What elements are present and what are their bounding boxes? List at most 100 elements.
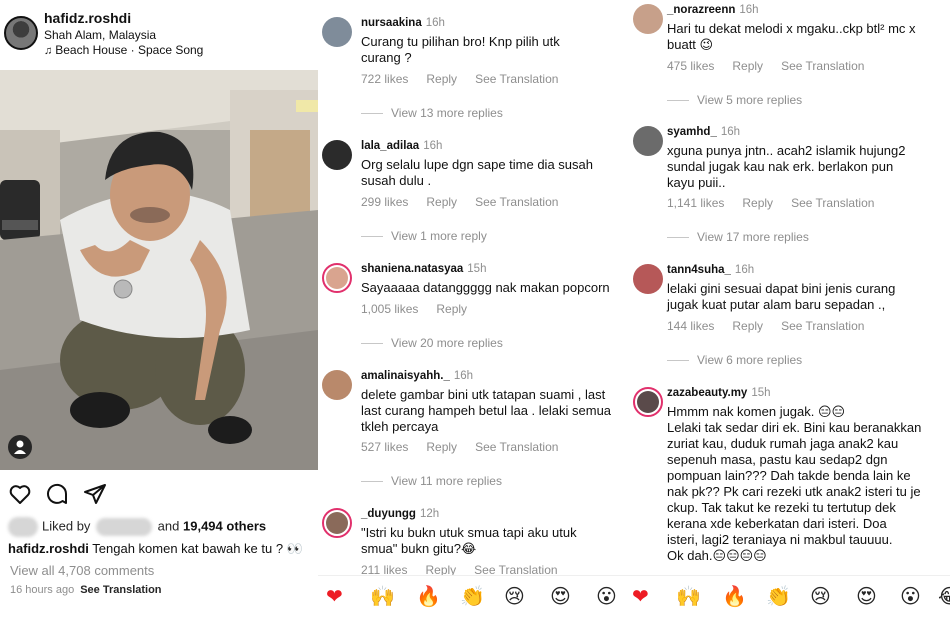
comment-username[interactable]: _norazreenn (667, 4, 735, 16)
comment-username[interactable]: syamhd_ (667, 126, 717, 138)
reply-button[interactable]: Reply (732, 319, 763, 333)
view-more-replies[interactable]: View 20 more replies (361, 336, 503, 350)
caption-username[interactable]: hafidz.roshdi (8, 541, 89, 556)
comment-username[interactable]: _duyungg (361, 508, 416, 520)
comment-username[interactable]: amalinaisyahh._ (361, 370, 450, 382)
comment-username[interactable]: zazabeauty.my (667, 387, 747, 399)
comment-text: lelaki gini sesuai dapat bini jenis cura… (667, 281, 896, 312)
reaction-clap[interactable]: 👏 (766, 584, 791, 608)
comment-text: Org selalu lupe dgn sape time dia susah … (361, 157, 593, 188)
see-translation-button[interactable]: See Translation (475, 195, 558, 209)
commenter-avatar[interactable] (322, 140, 352, 170)
comments-panel-right: _norazreenn 16h Hari tu dekat melodi x mg… (629, 0, 950, 620)
reaction-heart[interactable]: ❤ (632, 584, 649, 608)
heart-icon[interactable] (8, 482, 32, 506)
post-author-username[interactable]: hafidz.roshdi (44, 10, 131, 26)
view-more-replies[interactable]: View 6 more replies (667, 353, 802, 367)
reaction-crying[interactable]: 😢 (810, 584, 831, 608)
comment-header: shaniena.natasyaa 15h (361, 263, 486, 275)
comment-text: Curang tu pilihan bro! Knp pilih utk cur… (361, 34, 560, 65)
reaction-fire[interactable]: 🔥 (416, 584, 441, 608)
commenter-avatar[interactable] (322, 17, 352, 47)
view-all-comments[interactable]: View all 4,708 comments (10, 563, 154, 578)
reaction-surprised[interactable]: 😮 (900, 584, 921, 608)
reaction-surprised[interactable]: 😮 (596, 584, 617, 608)
music-note-icon: ♫ (44, 45, 53, 57)
commenter-avatar[interactable] (322, 370, 352, 400)
comment-time: 16h (720, 126, 741, 138)
commenter-avatar[interactable] (322, 508, 352, 538)
commenter-avatar[interactable] (633, 4, 663, 34)
comment-likes[interactable]: 722 likes (361, 72, 408, 86)
see-translation-button[interactable]: See Translation (791, 196, 874, 210)
see-translation-button[interactable]: See Translation (781, 59, 864, 73)
comment-time: 15h (467, 263, 487, 275)
post-location[interactable]: Shah Alam, Malaysia (44, 28, 156, 42)
share-icon[interactable] (83, 482, 107, 506)
comment-actions: 722 likes Reply See Translation (361, 72, 576, 86)
reaction-laughing[interactable]: 😂 (938, 584, 950, 608)
liked-by-others[interactable]: 19,494 others (183, 518, 266, 533)
comment-username[interactable]: lala_adilaa (361, 140, 419, 152)
comment-time: 16h (739, 4, 759, 16)
comment-header: lala_adilaa 16h (361, 140, 442, 152)
comment-header: zazabeauty.my 15h (667, 387, 771, 399)
reply-button[interactable]: Reply (426, 195, 457, 209)
see-translation-button[interactable]: See Translation (781, 319, 864, 333)
comment-header: _duyungg 12h (361, 508, 439, 520)
post-panel: hafidz.roshdi Shah Alam, Malaysia ♫ Beach… (0, 0, 318, 620)
commenter-avatar[interactable] (322, 263, 352, 293)
comment-actions: 1,141 likes Reply See Translation (667, 196, 892, 210)
reply-button[interactable]: Reply (732, 59, 763, 73)
comment-likes[interactable]: 1,141 likes (667, 196, 724, 210)
view-more-replies[interactable]: View 11 more replies (361, 474, 502, 488)
comment-actions: 299 likes Reply See Translation (361, 195, 576, 209)
commenter-avatar[interactable] (633, 126, 663, 156)
view-more-replies[interactable]: View 17 more replies (667, 230, 809, 244)
comment-likes[interactable]: 527 likes (361, 440, 408, 454)
comment-header: tann4suha_ 16h (667, 264, 754, 276)
liked-by-prefix: Liked by (42, 518, 91, 534)
reply-button[interactable]: Reply (742, 196, 773, 210)
reaction-heart[interactable]: ❤ (326, 584, 343, 608)
post-music[interactable]: ♫ Beach House · Space Song (44, 43, 203, 57)
comment-username[interactable]: tann4suha_ (667, 264, 731, 276)
reaction-heart-eyes[interactable]: 😍 (550, 584, 571, 608)
emoji-reaction-bar: ❤ 🙌 🔥 👏 😢 😍 😮 ❤ 🙌 🔥 👏 😢 😍 😮 😂 (318, 575, 950, 620)
post-photo-image (0, 70, 318, 470)
comment-likes[interactable]: 299 likes (361, 195, 408, 209)
comment-time: 16h (423, 140, 443, 152)
comment-likes[interactable]: 1,005 likes (361, 302, 418, 316)
comment-username[interactable]: nursaakina (361, 17, 422, 29)
reply-button[interactable]: Reply (426, 440, 457, 454)
comment-icon[interactable] (45, 482, 69, 506)
post-photo[interactable] (0, 70, 318, 470)
post-see-translation[interactable]: See Translation (80, 584, 161, 596)
see-translation-button[interactable]: See Translation (475, 72, 558, 86)
view-more-replies[interactable]: View 5 more replies (667, 93, 802, 107)
reaction-clap[interactable]: 👏 (460, 584, 485, 608)
comment-likes[interactable]: 144 likes (667, 319, 714, 333)
reaction-raised-hands[interactable]: 🙌 (370, 584, 395, 608)
liked-by[interactable]: Liked by and 19,494 others (8, 517, 266, 537)
see-translation-button[interactable]: See Translation (475, 440, 558, 454)
commenter-avatar[interactable] (633, 387, 663, 417)
reaction-heart-eyes[interactable]: 😍 (856, 584, 877, 608)
reaction-raised-hands[interactable]: 🙌 (676, 584, 701, 608)
comment-username[interactable]: shaniena.natasyaa (361, 263, 463, 275)
comment-header: nursaakina 16h (361, 17, 445, 29)
post-author-avatar[interactable] (4, 16, 38, 50)
commenter-avatar[interactable] (633, 264, 663, 294)
comment-time: 16h (734, 264, 755, 276)
comment-likes[interactable]: 475 likes (667, 59, 714, 73)
reaction-crying[interactable]: 😢 (504, 584, 525, 608)
comment-actions: 475 likes Reply See Translation (667, 59, 882, 73)
user-tag-icon[interactable] (8, 435, 32, 459)
comment-text: Sayaaaaa datanggggg nak makan popcorn (361, 280, 610, 295)
reply-button[interactable]: Reply (426, 72, 457, 86)
reply-button[interactable]: Reply (436, 302, 467, 316)
comment-text: delete gambar bini utk tatapan suami , l… (361, 387, 612, 434)
view-more-replies[interactable]: View 1 more reply (361, 229, 487, 243)
view-more-replies[interactable]: View 13 more replies (361, 106, 503, 120)
reaction-fire[interactable]: 🔥 (722, 584, 747, 608)
